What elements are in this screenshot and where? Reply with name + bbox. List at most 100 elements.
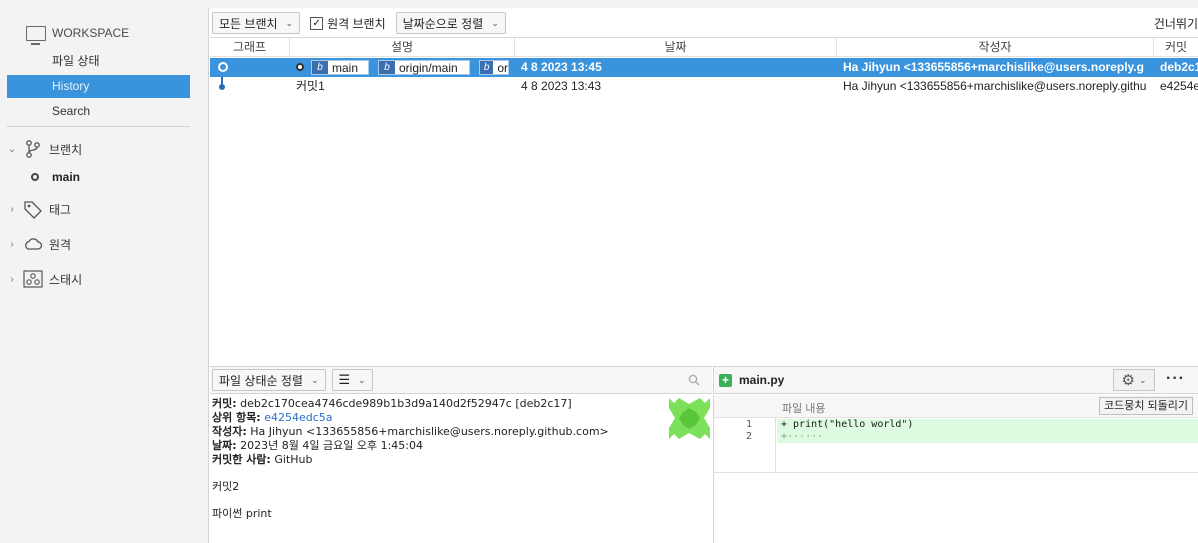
commit-date: 4 8 2023 13:45 (521, 60, 602, 74)
date-value: 2023년 8월 4일 금요일 오후 1:45:04 (240, 439, 423, 452)
branch-ref-icon: b (480, 61, 494, 74)
nav-history[interactable]: History (7, 75, 190, 98)
commit-label: 커밋: (212, 397, 237, 410)
committer-label: 커밋한 사람: (212, 453, 271, 466)
chevron-down-icon: ⌄ (1138, 374, 1147, 385)
commit-details: 커밋: deb2c170cea4746cde989b1b3d9a140d2f52… (210, 395, 712, 543)
sort-files-label: 파일 상태순 정렬 (219, 373, 303, 388)
diff-options-dropdown[interactable]: ⚙ ⌄ (1113, 369, 1155, 391)
ref-label: origin/main (399, 60, 458, 75)
ref-label: or (497, 60, 508, 75)
file-list-toolbar: 파일 상태순 정렬 ⌄ ☰ ⌄ (210, 366, 712, 394)
sort-date-dropdown[interactable]: 날짜순으로 정렬 ⌄ (395, 12, 506, 34)
stash-icon (23, 269, 43, 289)
ref-label: main (332, 60, 359, 75)
stashes-label: 스태시 (49, 272, 83, 287)
menu-bar-cutoff (0, 0, 1198, 8)
view-mode-dropdown[interactable]: ☰ ⌄ (331, 369, 373, 391)
chevron-right-icon[interactable]: › (7, 204, 17, 215)
commit-hash: e4254e (1160, 79, 1198, 93)
workspace-label: WORKSPACE (52, 26, 130, 40)
line-code: + print("hello world") (777, 419, 1198, 431)
workspace-header: WORKSPACE (26, 22, 130, 45)
column-graph[interactable]: 그래프 (210, 38, 290, 57)
search-icon[interactable] (688, 374, 700, 386)
parent-link[interactable]: e4254edc5a (264, 411, 332, 424)
ref-badge[interactable]: b main (311, 60, 369, 75)
commit-message-line1: 커밋2 (212, 480, 240, 493)
all-branches-dropdown[interactable]: 모든 브랜치 ⌄ (212, 12, 301, 34)
tags-group[interactable]: › 태그 (7, 197, 71, 221)
branch-ref-icon: b (312, 61, 328, 74)
chevron-down-icon: ⌄ (285, 17, 294, 28)
current-branch-icon (31, 173, 39, 181)
branch-main-label: main (52, 170, 81, 184)
branch-item-main[interactable]: main (31, 170, 80, 184)
hunk-header: 파일 내용 코드뭉치 되돌리기 (714, 395, 1198, 418)
date-label: 날짜: (212, 439, 237, 452)
stashes-group[interactable]: › 스태시 (7, 267, 82, 291)
commit-author: Ha Jihyun <133655856+marchislike@users.n… (843, 60, 1144, 74)
diff-line[interactable]: 2 +······ (714, 431, 1198, 443)
sort-date-label: 날짜순으로 정렬 (402, 16, 484, 31)
diff-header: + main.py ⚙ ⌄ ··· (713, 366, 1198, 394)
nav-file-status[interactable]: 파일 상태 (7, 50, 190, 73)
parent-label: 상위 항목: (212, 411, 261, 424)
list-icon: ☰ (338, 372, 351, 387)
table-row[interactable]: 커밋1 4 8 2023 13:43 Ha Jihyun <133655856+… (210, 77, 1198, 96)
remote-branches-checkbox[interactable]: ✓ 원격 브랜치 (306, 15, 390, 32)
chevron-down-icon: ⌄ (358, 374, 366, 385)
remotes-group[interactable]: › 원격 (7, 232, 71, 256)
checkbox-icon[interactable]: ✓ (310, 16, 324, 30)
column-author[interactable]: 작성자 (837, 38, 1154, 57)
commit-author: Ha Jihyun <133655856+marchislike@users.n… (843, 79, 1147, 93)
remote-branches-label: 원격 브랜치 (327, 16, 386, 31)
branch-icon (23, 139, 43, 159)
branches-group[interactable]: ⌄ 브랜치 (7, 137, 82, 161)
author-value: Ha Jihyun <133655856+marchislike@users.n… (250, 425, 609, 438)
column-description[interactable]: 설명 (290, 38, 515, 57)
commit-hash: deb2c1 (1160, 60, 1198, 74)
tags-label: 태그 (49, 202, 72, 217)
nav-search[interactable]: Search (7, 100, 190, 123)
graph-node-icon (218, 62, 228, 72)
commit-date: 4 8 2023 13:43 (521, 79, 602, 93)
line-code: +······ (777, 431, 1198, 443)
branches-label: 브랜치 (49, 142, 83, 157)
gear-icon: ⚙ (1121, 372, 1135, 389)
monitor-icon (26, 25, 46, 45)
author-label: 작성자: (212, 425, 247, 438)
diff-line[interactable]: 1 + print("hello world") (714, 419, 1198, 431)
diff-separator (714, 472, 1198, 473)
line-number: 2 (745, 431, 752, 442)
cloud-icon (23, 234, 43, 254)
skip-label[interactable]: 건너뛰기 (1154, 15, 1198, 32)
more-icon[interactable]: ··· (1166, 370, 1185, 388)
commit-description: 커밋1 (296, 79, 325, 93)
chevron-down-icon: ⌄ (310, 374, 319, 385)
chevron-right-icon[interactable]: › (7, 274, 17, 285)
chevron-down-icon: ⌄ (491, 17, 499, 28)
column-date[interactable]: 날짜 (515, 38, 837, 57)
sidebar-divider (7, 126, 190, 127)
revert-hunk-button[interactable]: 코드뭉치 되돌리기 (1098, 397, 1193, 415)
column-commit[interactable]: 커밋 (1154, 38, 1198, 57)
sort-files-dropdown[interactable]: 파일 상태순 정렬 ⌄ (212, 369, 326, 391)
file-added-icon: + (719, 374, 732, 387)
committer-value: GitHub (274, 453, 313, 466)
chevron-right-icon[interactable]: › (7, 239, 17, 250)
commit-table: 그래프 설명 날짜 작성자 커밋 b main b origin/main b … (210, 37, 1198, 365)
file-name: main.py (739, 373, 785, 387)
avatar (669, 398, 710, 439)
ref-badge[interactable]: b origin/main (378, 60, 470, 75)
sidebar: WORKSPACE 파일 상태 History Search ⌄ 브랜치 mai… (0, 8, 209, 543)
all-branches-label: 모든 브랜치 (219, 16, 278, 31)
history-toolbar: 모든 브랜치 ⌄ ✓ 원격 브랜치 날짜순으로 정렬 ⌄ 건너뛰기 (210, 11, 1198, 35)
graph-node-icon (219, 84, 225, 90)
table-header: 그래프 설명 날짜 작성자 커밋 (210, 38, 1198, 57)
table-row[interactable]: b main b origin/main b or 4 8 2023 13:45… (210, 58, 1198, 77)
diff-view: 파일 내용 코드뭉치 되돌리기 1 + print("hello world")… (713, 395, 1198, 543)
ref-badge[interactable]: b or (479, 60, 509, 75)
branch-ref-icon: b (379, 61, 395, 74)
chevron-down-icon[interactable]: ⌄ (7, 144, 17, 155)
